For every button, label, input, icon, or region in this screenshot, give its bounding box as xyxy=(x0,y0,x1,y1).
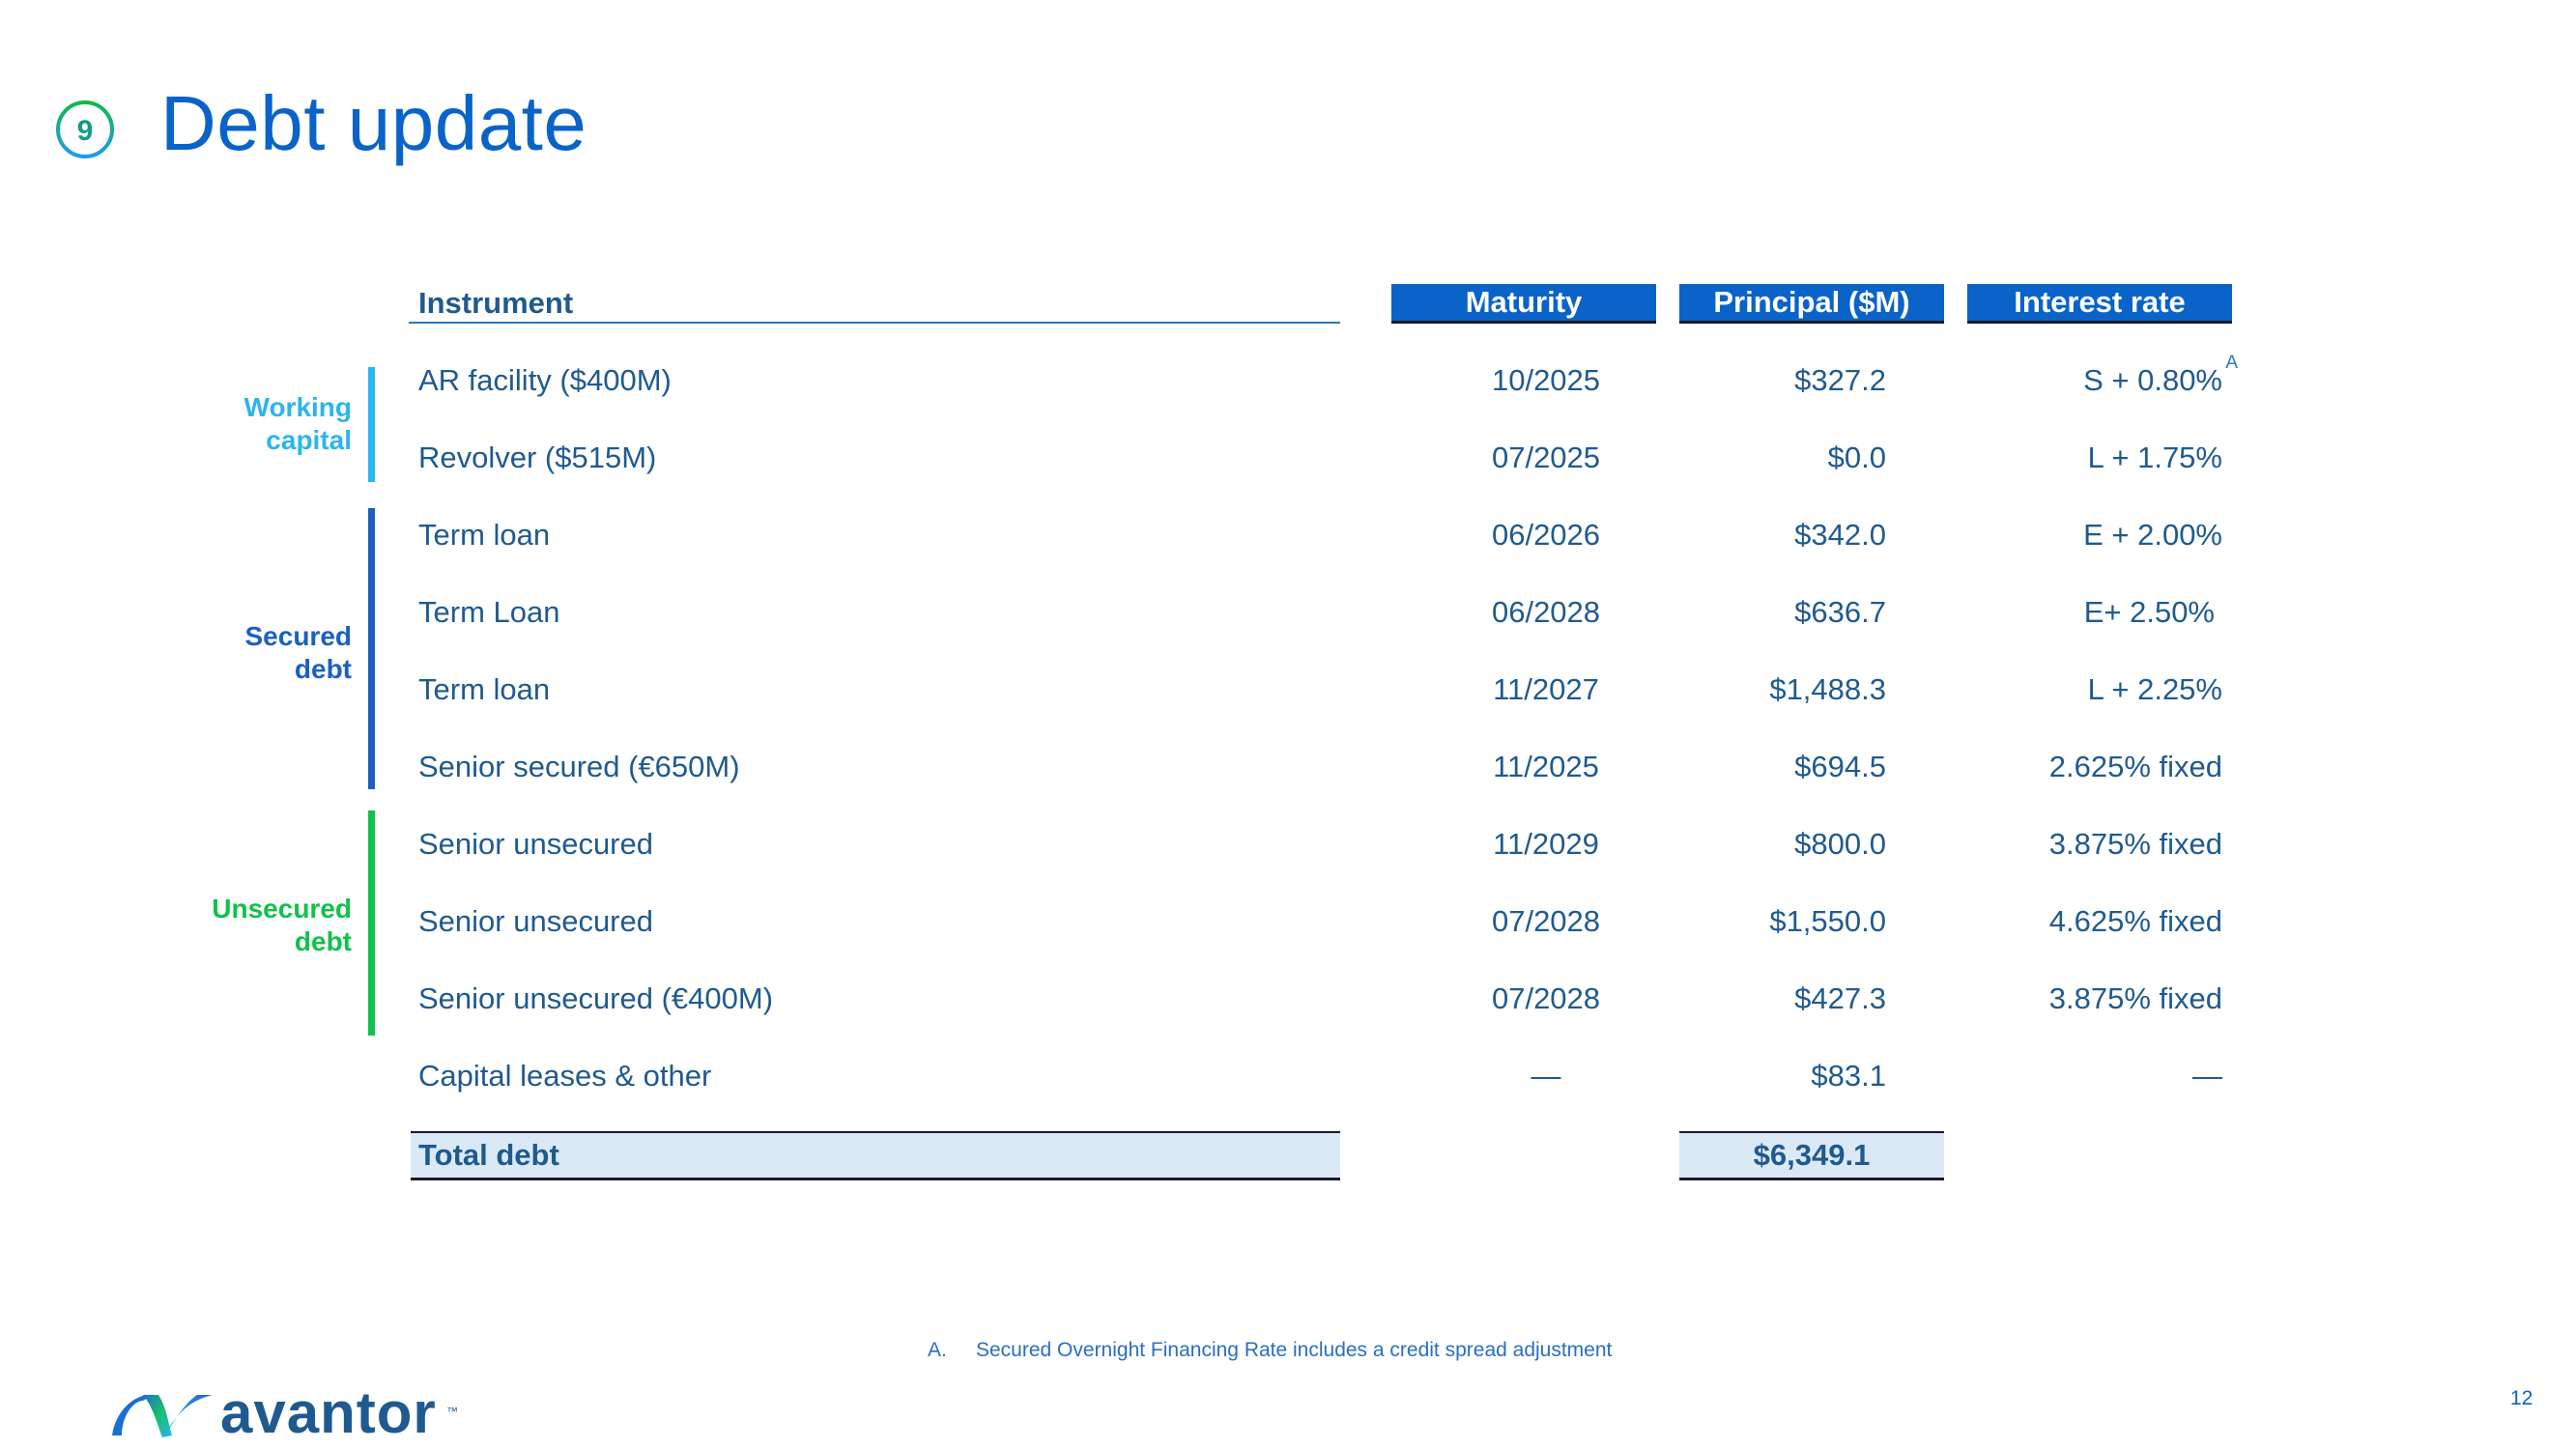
total-principal: $6,349.1 xyxy=(1753,1138,1871,1172)
group-label-unsecured-debt: Unsecured debt xyxy=(110,893,352,958)
instrument-cell: Term loan xyxy=(418,518,551,552)
interest-rate-cell: S + 0.80% A xyxy=(2029,352,2238,410)
interest-rate-value: S + 0.80% xyxy=(2083,363,2222,397)
group-label-secured-debt: Secured debt xyxy=(110,620,353,686)
table-row: Term loan 11/2027 $1,488.3 L + 2.25% xyxy=(409,661,2245,719)
principal-cell: $0.0 xyxy=(1827,440,1886,474)
maturity-cell: 11/2025 xyxy=(1493,750,1599,783)
instrument-cell: Senior unsecured (€400M) xyxy=(418,981,774,1015)
footnote: A. Secured Overnight Financing Rate inclu… xyxy=(928,1339,1612,1362)
maturity-cell: 07/2028 xyxy=(1491,904,1601,938)
principal-cell: $1,488.3 xyxy=(1769,672,1886,706)
interest-rate-cell: L + 1.75% xyxy=(2087,440,2222,474)
maturity-cell: 11/2027 xyxy=(1493,672,1599,706)
column-header-interest-rate: Interest rate xyxy=(1967,284,2232,324)
group-label-line: debt xyxy=(294,654,352,684)
group-label-line: Secured xyxy=(244,621,353,651)
maturity-cell: 10/2025 xyxy=(1491,363,1601,397)
footnote-ref: A xyxy=(2225,353,2238,373)
interest-rate-cell: 3.875% fixed xyxy=(2048,827,2222,861)
column-header-maturity: Maturity xyxy=(1391,284,1656,324)
principal-cell: $327.2 xyxy=(1794,363,1886,397)
group-label-line: Unsecured xyxy=(212,894,352,923)
instrument-cell: Senior secured (€650M) xyxy=(418,750,740,783)
instrument-cell: Senior unsecured xyxy=(418,827,653,861)
group-label-line: Working xyxy=(243,392,352,422)
table-row: Senior unsecured 11/2029 $800.0 3.875% f… xyxy=(409,815,2245,873)
maturity-cell: 07/2028 xyxy=(1491,981,1601,1015)
interest-rate-cell: — xyxy=(2192,1059,2222,1093)
maturity-cell: 06/2028 xyxy=(1491,595,1601,629)
table-row: Term loan 06/2026 $342.0 E + 2.00% xyxy=(409,506,2245,564)
interest-rate-cell: E+ 2.50% xyxy=(2083,595,2215,629)
table-row: Senior unsecured 07/2028 $1,550.0 4.625%… xyxy=(409,893,2245,951)
section-number-badge: 9 xyxy=(56,100,114,158)
maturity-cell: 11/2029 xyxy=(1493,827,1599,861)
interest-rate-cell: E + 2.00% xyxy=(2083,518,2222,552)
table-row: Senior unsecured (€400M) 07/2028 $427.3 … xyxy=(409,970,2245,1028)
footnote-text: Secured Overnight Financing Rate include… xyxy=(976,1339,1613,1361)
table-row: Term Loan 06/2028 $636.7 E+ 2.50% xyxy=(409,583,2245,641)
group-label-line: debt xyxy=(294,926,352,956)
table-row: Revolver ($515M) 07/2025 $0.0 L + 1.75% xyxy=(409,429,2245,487)
column-header-principal: Principal ($M) xyxy=(1679,284,1944,324)
principal-cell: $636.7 xyxy=(1794,595,1886,629)
interest-rate-cell: 3.875% fixed xyxy=(2048,981,2222,1015)
interest-rate-cell: 2.625% fixed xyxy=(2048,750,2222,783)
group-label-line: capital xyxy=(266,425,352,455)
principal-cell: $1,550.0 xyxy=(1769,904,1886,938)
table-row: AR facility ($400M) 10/2025 $327.2 S + 0… xyxy=(409,352,2245,410)
principal-cell: $694.5 xyxy=(1794,750,1886,783)
avantor-logo-icon xyxy=(112,1394,213,1437)
group-bar-secured-debt xyxy=(368,508,375,789)
column-header-instrument: Instrument xyxy=(418,286,574,320)
table-row: Capital leases & other — $83.1 — xyxy=(409,1047,2245,1105)
group-bar-unsecured-debt xyxy=(368,810,375,1036)
maturity-cell: 06/2026 xyxy=(1491,518,1601,552)
maturity-cell: 07/2025 xyxy=(1491,440,1601,474)
instrument-cell: Senior unsecured xyxy=(418,904,653,938)
total-label: Total debt xyxy=(418,1138,559,1172)
total-row-label-cell: Total debt xyxy=(411,1131,1340,1180)
principal-cell: $800.0 xyxy=(1794,827,1886,861)
instrument-cell: AR facility ($400M) xyxy=(418,363,672,397)
header-divider xyxy=(409,322,1340,324)
table-row: Senior secured (€650M) 11/2025 $694.5 2.… xyxy=(409,738,2245,796)
principal-cell: $427.3 xyxy=(1794,981,1886,1015)
section-number: 9 xyxy=(77,115,94,147)
instrument-cell: Term loan xyxy=(418,672,551,706)
principal-cell: $342.0 xyxy=(1794,518,1886,552)
footnote-letter: A. xyxy=(928,1339,947,1361)
principal-cell: $83.1 xyxy=(1811,1059,1886,1093)
brand-name: avantor xyxy=(220,1380,437,1445)
page-title: Debt update xyxy=(160,80,587,166)
interest-rate-cell: 4.625% fixed xyxy=(2048,904,2222,938)
trademark: ™ xyxy=(446,1405,458,1418)
page-number: 12 xyxy=(2510,1387,2533,1409)
group-label-working-capital: Working capital xyxy=(110,391,352,457)
group-bar-working-capital xyxy=(368,367,375,482)
instrument-cell: Revolver ($515M) xyxy=(418,440,657,474)
total-row-principal-cell: $6,349.1 xyxy=(1679,1131,1944,1180)
maturity-cell: — xyxy=(1531,1059,1561,1093)
instrument-cell: Capital leases & other xyxy=(418,1059,712,1093)
instrument-cell: Term Loan xyxy=(418,595,560,629)
interest-rate-cell: L + 2.25% xyxy=(2087,672,2222,706)
